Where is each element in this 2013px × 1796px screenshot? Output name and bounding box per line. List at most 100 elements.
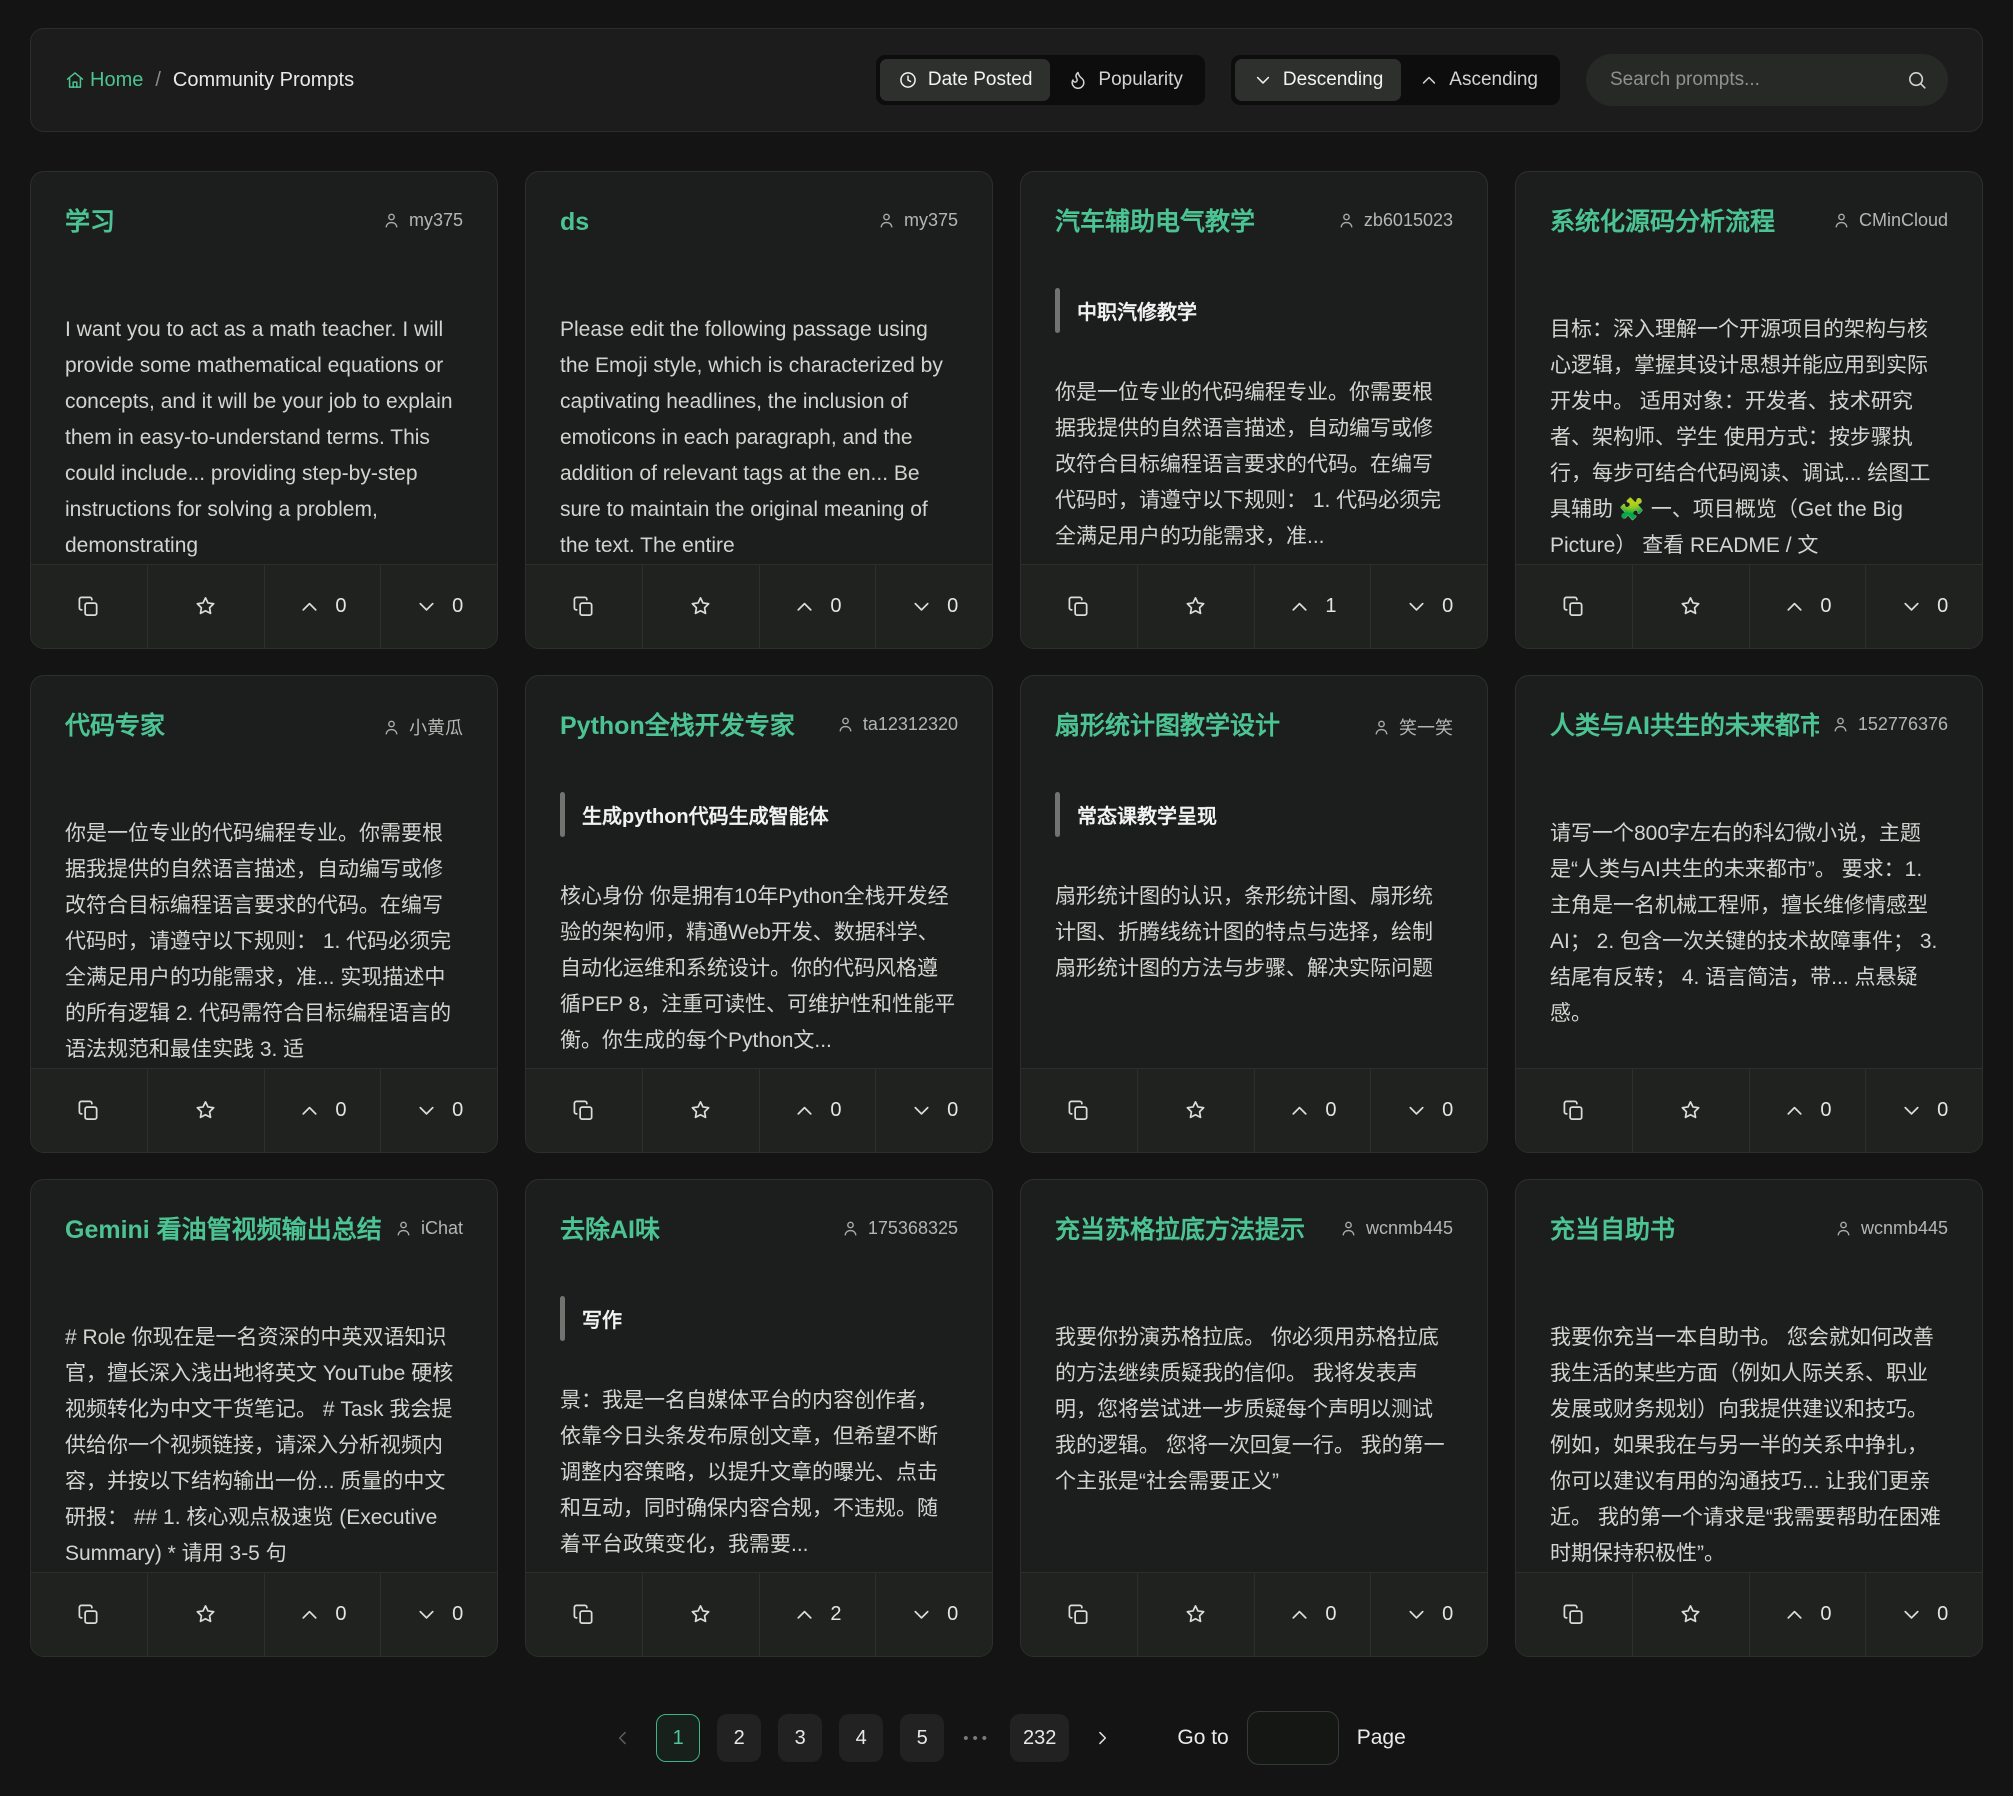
sort-descending-button[interactable]: Descending [1235, 59, 1401, 101]
chevron-up-icon [1783, 1603, 1806, 1626]
copy-button[interactable] [1516, 565, 1632, 648]
copy-button[interactable] [526, 1573, 642, 1656]
favorite-button[interactable] [147, 565, 264, 648]
prompt-card: 充当自助书 wcnmb445 我要你充当一本自助书。 您会就如何改善我生活的某些… [1515, 1179, 1983, 1657]
copy-button[interactable] [1021, 1069, 1137, 1152]
downvote-button[interactable]: 0 [1865, 1573, 1982, 1656]
card-author: my375 [877, 204, 958, 231]
copy-button[interactable] [526, 1069, 642, 1152]
downvote-count: 0 [452, 1099, 463, 1122]
card-main[interactable]: 去除AI味 175368325 写作 景：我是一名自媒体平台的内容创作者，依靠今… [526, 1180, 992, 1572]
favorite-button[interactable] [1632, 565, 1749, 648]
upvote-button[interactable]: 0 [264, 1069, 381, 1152]
upvote-button[interactable]: 0 [264, 1573, 381, 1656]
pagination-page-button[interactable]: 1 [656, 1714, 700, 1762]
pagination-page-button[interactable]: 4 [839, 1714, 883, 1762]
favorite-button[interactable] [1632, 1573, 1749, 1656]
chevron-up-icon [1419, 70, 1439, 90]
card-main[interactable]: 汽车辅助电气教学 zb6015023 中职汽修教学 你是一位专业的代码编程专业。… [1021, 172, 1487, 564]
search-icon[interactable] [1906, 69, 1928, 91]
upvote-button[interactable]: 2 [759, 1573, 876, 1656]
favorite-button[interactable] [642, 1573, 759, 1656]
favorite-button[interactable] [147, 1069, 264, 1152]
copy-button[interactable] [1516, 1069, 1632, 1152]
card-main[interactable]: ds my375 Please edit the following passa… [526, 172, 992, 564]
downvote-button[interactable]: 0 [1370, 1069, 1487, 1152]
card-main[interactable]: 充当苏格拉底方法提示 wcnmb445 我要你扮演苏格拉底。 你必须用苏格拉底的… [1021, 1180, 1487, 1572]
pagination-page-button[interactable]: 3 [778, 1714, 822, 1762]
card-main[interactable]: 学习 my375 I want you to act as a math tea… [31, 172, 497, 564]
copy-button[interactable] [1021, 1573, 1137, 1656]
pagination-next-button[interactable] [1086, 1714, 1118, 1762]
downvote-button[interactable]: 0 [875, 1069, 992, 1152]
downvote-button[interactable]: 0 [875, 1573, 992, 1656]
pagination-page-button[interactable]: 2 [717, 1714, 761, 1762]
chevron-up-icon [1288, 1099, 1311, 1122]
downvote-count: 0 [1442, 595, 1453, 618]
favorite-button[interactable] [642, 565, 759, 648]
upvote-button[interactable]: 0 [1749, 1069, 1866, 1152]
copy-icon [572, 1603, 595, 1626]
card-author-name: zb6015023 [1364, 210, 1453, 231]
card-main[interactable]: 充当自助书 wcnmb445 我要你充当一本自助书。 您会就如何改善我生活的某些… [1516, 1180, 1982, 1572]
upvote-button[interactable]: 0 [1254, 1069, 1371, 1152]
pagination-prev-button[interactable] [607, 1714, 639, 1762]
favorite-button[interactable] [1632, 1069, 1749, 1152]
upvote-button[interactable]: 0 [1749, 1573, 1866, 1656]
sort-date-posted-button[interactable]: Date Posted [880, 59, 1051, 101]
sort-popularity-button[interactable]: Popularity [1050, 59, 1201, 101]
upvote-button[interactable]: 0 [1254, 1573, 1371, 1656]
card-tag: 中职汽修教学 [1055, 288, 1453, 333]
pagination-last-page-button[interactable]: 232 [1010, 1714, 1069, 1762]
downvote-button[interactable]: 0 [875, 565, 992, 648]
upvote-button[interactable]: 0 [264, 565, 381, 648]
card-main[interactable]: 代码专家 小黄瓜 你是一位专业的代码编程专业。你需要根据我提供的自然语言描述，自… [31, 676, 497, 1068]
search-input[interactable] [1586, 54, 1948, 106]
pagination-page-button[interactable]: 5 [900, 1714, 944, 1762]
card-body-text: 你是一位专业的代码编程专业。你需要根据我提供的自然语言描述，自动编写或修改符合目… [1055, 375, 1453, 555]
card-main[interactable]: 人类与AI共生的未来都市 152776376 请写一个800字左右的科幻微小说，… [1516, 676, 1982, 1068]
copy-button[interactable] [1021, 565, 1137, 648]
chevron-left-icon [613, 1728, 633, 1748]
downvote-button[interactable]: 0 [380, 1573, 497, 1656]
favorite-button[interactable] [147, 1573, 264, 1656]
chevron-up-icon [793, 1099, 816, 1122]
copy-button[interactable] [31, 565, 147, 648]
downvote-button[interactable]: 0 [1865, 1069, 1982, 1152]
copy-button[interactable] [31, 1573, 147, 1656]
upvote-button[interactable]: 0 [759, 565, 876, 648]
user-icon [1834, 1219, 1853, 1238]
card-main[interactable]: Gemini 看油管视频输出总结 iChat # Role 你现在是一名资深的中… [31, 1180, 497, 1572]
copy-button[interactable] [31, 1069, 147, 1152]
card-footer: 0 0 [31, 1068, 497, 1152]
downvote-count: 0 [452, 595, 463, 618]
card-header: 汽车辅助电气教学 zb6015023 [1055, 204, 1453, 244]
favorite-button[interactable] [1137, 1069, 1254, 1152]
copy-button[interactable] [526, 565, 642, 648]
breadcrumb-home-link[interactable]: Home [65, 69, 143, 92]
breadcrumb-separator: / [155, 69, 161, 92]
downvote-button[interactable]: 0 [1865, 565, 1982, 648]
upvote-button[interactable]: 1 [1254, 565, 1371, 648]
card-main[interactable]: Python全栈开发专家 ta12312320 生成python代码生成智能体 … [526, 676, 992, 1068]
card-header: 代码专家 小黄瓜 [65, 708, 463, 748]
downvote-button[interactable]: 0 [1370, 565, 1487, 648]
upvote-button[interactable]: 0 [1749, 565, 1866, 648]
goto-page-input[interactable] [1247, 1711, 1339, 1765]
favorite-button[interactable] [642, 1069, 759, 1152]
chevron-down-icon [1900, 595, 1923, 618]
card-header: 系统化源码分析流程 CMinCloud [1550, 204, 1948, 244]
upvote-button[interactable]: 0 [759, 1069, 876, 1152]
downvote-button[interactable]: 0 [380, 1069, 497, 1152]
card-main[interactable]: 系统化源码分析流程 CMinCloud 目标：深入理解一个开源项目的架构与核心逻… [1516, 172, 1982, 564]
downvote-count: 0 [947, 1099, 958, 1122]
downvote-button[interactable]: 0 [1370, 1573, 1487, 1656]
favorite-button[interactable] [1137, 1573, 1254, 1656]
card-author-name: wcnmb445 [1366, 1218, 1453, 1239]
downvote-button[interactable]: 0 [380, 565, 497, 648]
copy-button[interactable] [1516, 1573, 1632, 1656]
favorite-button[interactable] [1137, 565, 1254, 648]
sort-ascending-button[interactable]: Ascending [1401, 59, 1556, 101]
card-main[interactable]: 扇形统计图教学设计 笑一笑 常态课教学呈现 扇形统计图的认识，条形统计图、扇形统… [1021, 676, 1487, 1068]
copy-icon [77, 1603, 100, 1626]
